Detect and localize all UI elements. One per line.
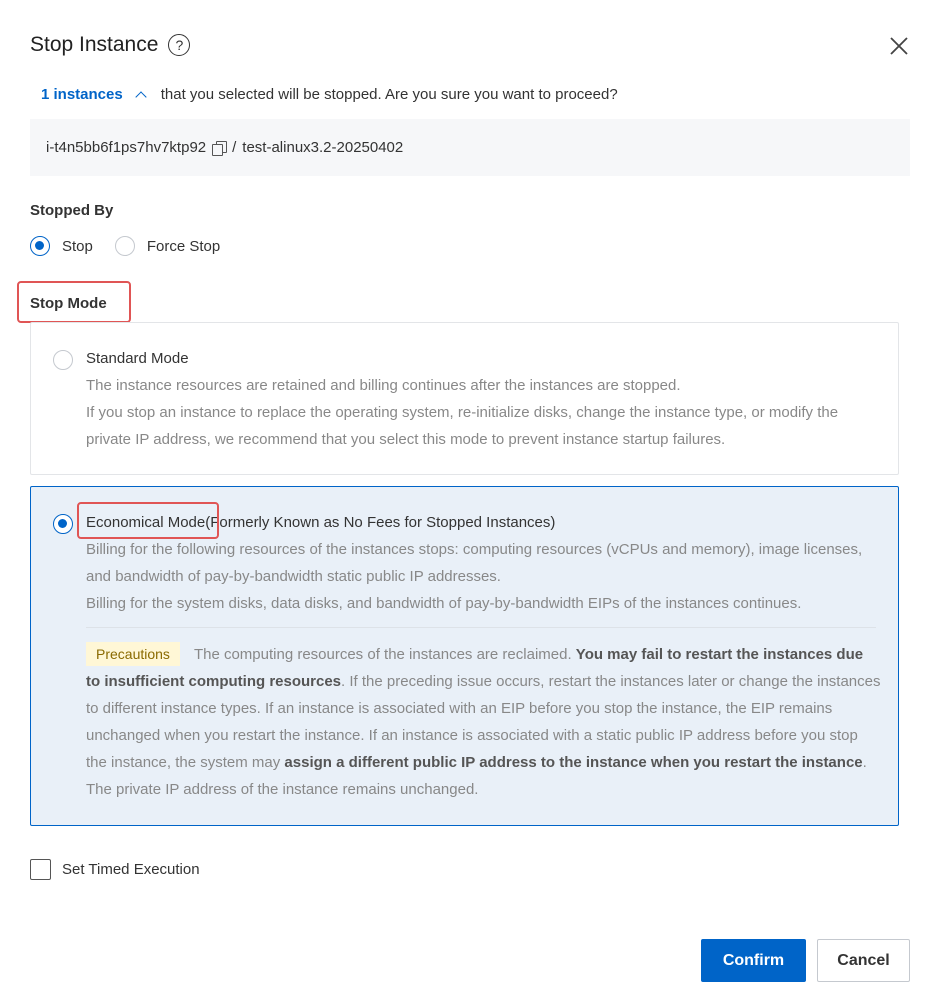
timed-execution-checkbox[interactable] bbox=[30, 859, 51, 880]
economical-mode-subtitle: (Formerly Known as No Fees for Stopped I… bbox=[205, 514, 556, 531]
precautions-bold-2: assign a different public IP address to … bbox=[284, 754, 863, 771]
stop-instance-dialog: Stop Instance ? 1 instances that you sel… bbox=[0, 0, 937, 1006]
selection-summary: 1 instances that you selected will be st… bbox=[41, 86, 618, 103]
standard-mode-radio[interactable] bbox=[53, 350, 73, 370]
precautions-tag: Precautions bbox=[86, 642, 180, 666]
standard-mode-desc-1: The instance resources are retained and … bbox=[86, 377, 681, 394]
standard-mode-card[interactable]: Standard Mode The instance resources are… bbox=[30, 322, 899, 475]
help-icon[interactable]: ? bbox=[168, 34, 191, 56]
stopped-by-label: Stopped By bbox=[30, 202, 114, 219]
standard-mode-title: Standard Mode bbox=[86, 350, 189, 367]
stop-mode-highlight bbox=[17, 281, 131, 323]
precautions-text-1: The computing resources of the instances… bbox=[193, 646, 576, 663]
card-divider bbox=[86, 627, 876, 628]
cancel-button[interactable]: Cancel bbox=[817, 939, 910, 982]
economical-mode-desc-2: Billing for the system disks, data disks… bbox=[86, 595, 802, 612]
instance-separator: / bbox=[232, 139, 237, 156]
economical-mode-desc-1: Billing for the following resources of t… bbox=[86, 541, 863, 585]
force-stop-radio[interactable] bbox=[114, 236, 135, 256]
chevron-up-icon[interactable] bbox=[135, 90, 147, 103]
stop-radio[interactable] bbox=[30, 236, 50, 256]
stop-radio-label[interactable]: Stop bbox=[62, 238, 93, 255]
dialog-title-text: Stop Instance bbox=[30, 33, 159, 56]
copy-icon[interactable] bbox=[212, 140, 228, 156]
confirm-button[interactable]: Confirm bbox=[701, 939, 806, 982]
precautions-text: Precautions The computing resources of th… bbox=[86, 641, 881, 803]
stopped-by-radio-group: Stop Force Stop bbox=[30, 236, 242, 256]
instance-count-link[interactable]: 1 instances bbox=[41, 86, 123, 103]
dialog-title: Stop Instance ? bbox=[30, 33, 191, 57]
close-icon[interactable] bbox=[887, 34, 911, 58]
economical-mode-radio[interactable] bbox=[53, 514, 73, 534]
standard-mode-desc-2: If you stop an instance to replace the o… bbox=[86, 404, 839, 448]
instance-list: i-t4n5bb6f1ps7hv7ktp92 / test-alinux3.2-… bbox=[30, 119, 910, 176]
summary-text: that you selected will be stopped. Are y… bbox=[160, 86, 618, 103]
instance-name: test-alinux3.2-20250402 bbox=[242, 139, 404, 156]
timed-execution-row: Set Timed Execution bbox=[30, 859, 200, 880]
economical-mode-highlight bbox=[77, 502, 219, 539]
timed-execution-label[interactable]: Set Timed Execution bbox=[62, 861, 200, 878]
force-stop-radio-label[interactable]: Force Stop bbox=[147, 238, 220, 255]
instance-id: i-t4n5bb6f1ps7hv7ktp92 bbox=[46, 139, 207, 156]
